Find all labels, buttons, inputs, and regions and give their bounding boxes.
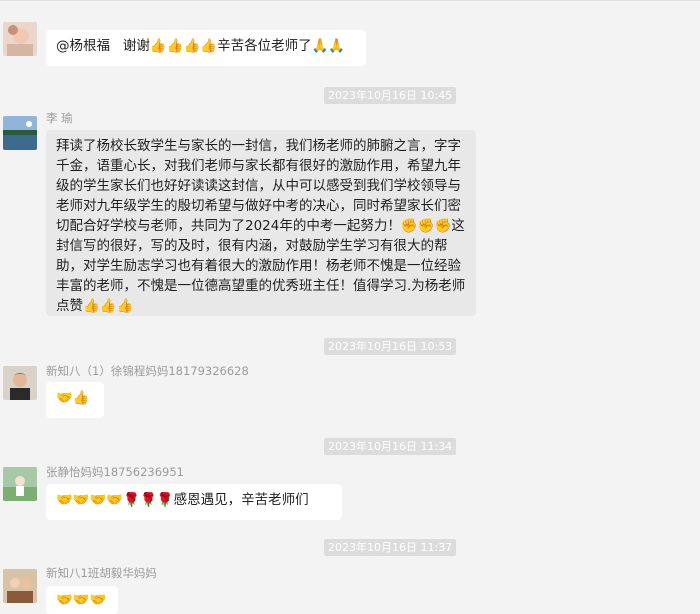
message-text: @杨根福 谢谢👍👍👍👍辛苦各位老师了🙏🙏 bbox=[56, 38, 346, 54]
sender-name: 张静怡妈妈18756236951 bbox=[46, 465, 184, 479]
avatar[interactable] bbox=[3, 22, 37, 56]
message-bubble[interactable]: 🤝👍 bbox=[46, 382, 104, 418]
message-text: 拜读了杨校长致学生与家长的一封信，我们杨老师的肺腑之言，字字千金，语重心长，对我… bbox=[56, 138, 466, 314]
avatar[interactable] bbox=[3, 467, 37, 501]
timestamp: 2023年10月16日 11:34 bbox=[324, 438, 457, 455]
message-text: 🤝🤝🤝 bbox=[56, 592, 107, 608]
message-bubble[interactable]: @杨根福 谢谢👍👍👍👍辛苦各位老师了🙏🙏 bbox=[46, 30, 366, 66]
avatar[interactable] bbox=[3, 569, 37, 603]
sender-name: 新知八1班胡毅华妈妈 bbox=[46, 566, 157, 580]
message-bubble[interactable]: 拜读了杨校长致学生与家长的一封信，我们杨老师的肺腑之言，字字千金，语重心长，对我… bbox=[46, 130, 476, 316]
message-text: 🤝👍 bbox=[56, 390, 90, 406]
sender-name: 新知八（1）徐锦程妈妈18179326628 bbox=[46, 364, 249, 378]
message-bubble[interactable]: 🤝🤝🤝🤝🌹🌹🌹感恩遇见，辛苦老师们 bbox=[46, 484, 342, 520]
top-divider bbox=[0, 0, 700, 1]
timestamp: 2023年10月16日 10:53 bbox=[324, 338, 457, 355]
timestamp: 2023年10月16日 10:45 bbox=[324, 87, 457, 104]
timestamp: 2023年10月16日 11:37 bbox=[324, 539, 457, 556]
avatar[interactable] bbox=[3, 116, 37, 150]
message-bubble[interactable]: 🤝🤝🤝 bbox=[46, 586, 118, 614]
sender-name: 李 瑜 bbox=[46, 111, 73, 125]
avatar[interactable] bbox=[3, 366, 37, 400]
message-text: 🤝🤝🤝🤝🌹🌹🌹感恩遇见，辛苦老师们 bbox=[56, 492, 309, 508]
